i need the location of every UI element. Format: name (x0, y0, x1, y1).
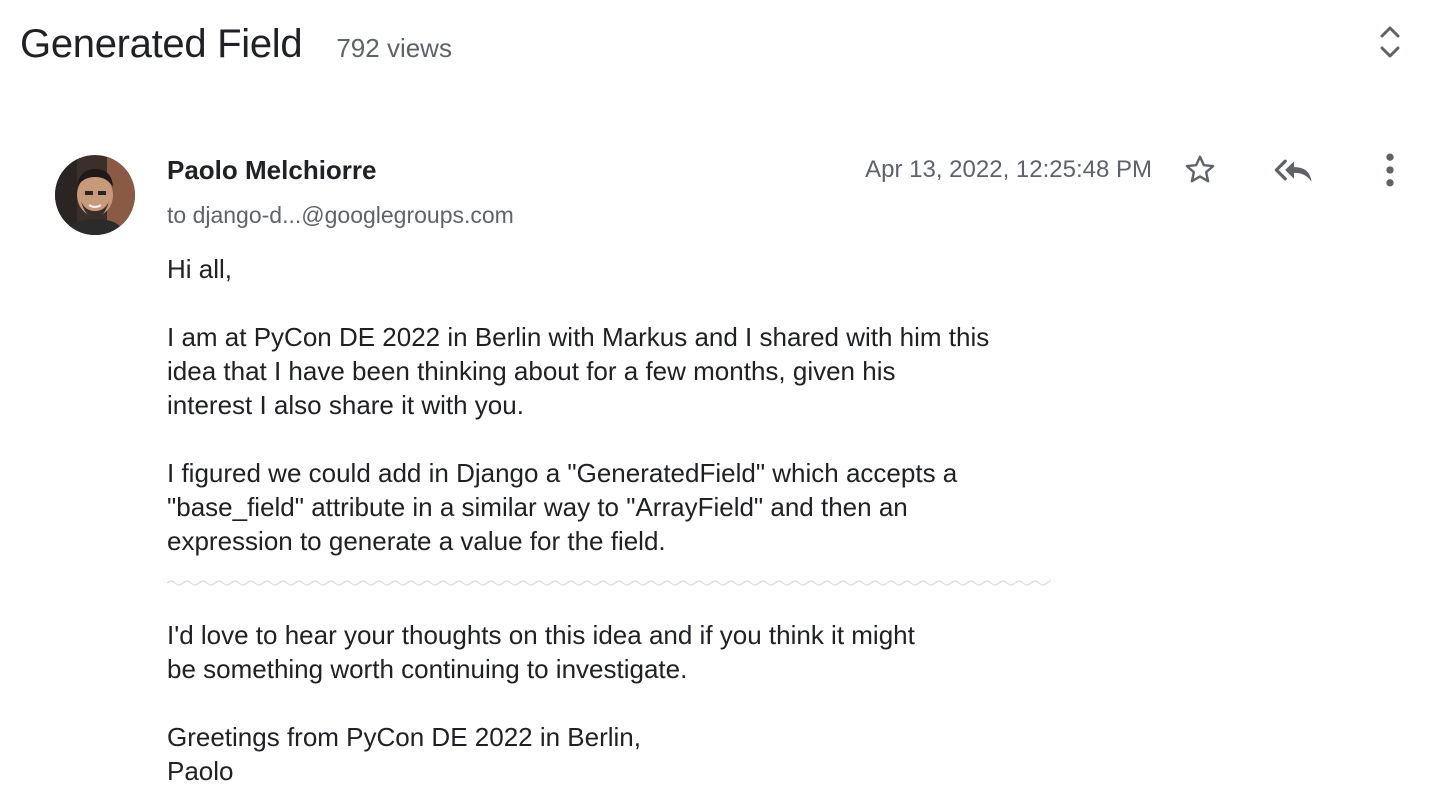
unfold-more-icon (1380, 26, 1400, 58)
avatar-photo (55, 155, 135, 235)
thread-title: Generated Field (20, 22, 303, 66)
message-timestamp: Apr 13, 2022, 12:25:48 PM (865, 156, 1152, 183)
thread-header: Generated Field 792 views (20, 22, 452, 67)
paragraph-line: idea that I have been thinking about for… (167, 356, 896, 386)
greeting: Hi all, (167, 254, 233, 284)
reply-all-button[interactable] (1272, 148, 1316, 192)
paragraph-line: I figured we could add in Django a "Gene… (167, 458, 958, 488)
paragraph-line: I'd love to hear your thoughts on this i… (167, 620, 915, 650)
paragraph-line: "base_field" attribute in a similar way … (167, 492, 908, 522)
paragraph-line: interest I also share it with you. (167, 390, 524, 420)
message-body: Hi all, I am at PyCon DE 2022 in Berlin … (166, 252, 1067, 788)
view-count: 792 views (336, 33, 452, 63)
reply-all-icon (1274, 159, 1312, 182)
more-vert-icon (1386, 153, 1394, 187)
expand-collapse-button[interactable] (1370, 22, 1410, 62)
recipient-line: to django-d...@googlegroups.com (167, 202, 514, 228)
sender-name[interactable]: Paolo Melchiorre (167, 155, 377, 186)
wavy-divider (166, 580, 1056, 586)
star-button[interactable] (1178, 148, 1222, 192)
paragraph-line: expression to generate a value for the f… (167, 526, 666, 556)
paragraph-line: I am at PyCon DE 2022 in Berlin with Mar… (167, 322, 990, 352)
avatar[interactable] (55, 155, 135, 235)
more-options-button[interactable] (1368, 148, 1412, 192)
signature: Paolo (167, 756, 234, 786)
paragraph-line: be something worth continuing to investi… (167, 654, 688, 684)
star-outline-icon (1185, 155, 1215, 183)
closing: Greetings from PyCon DE 2022 in Berlin, (167, 722, 641, 752)
